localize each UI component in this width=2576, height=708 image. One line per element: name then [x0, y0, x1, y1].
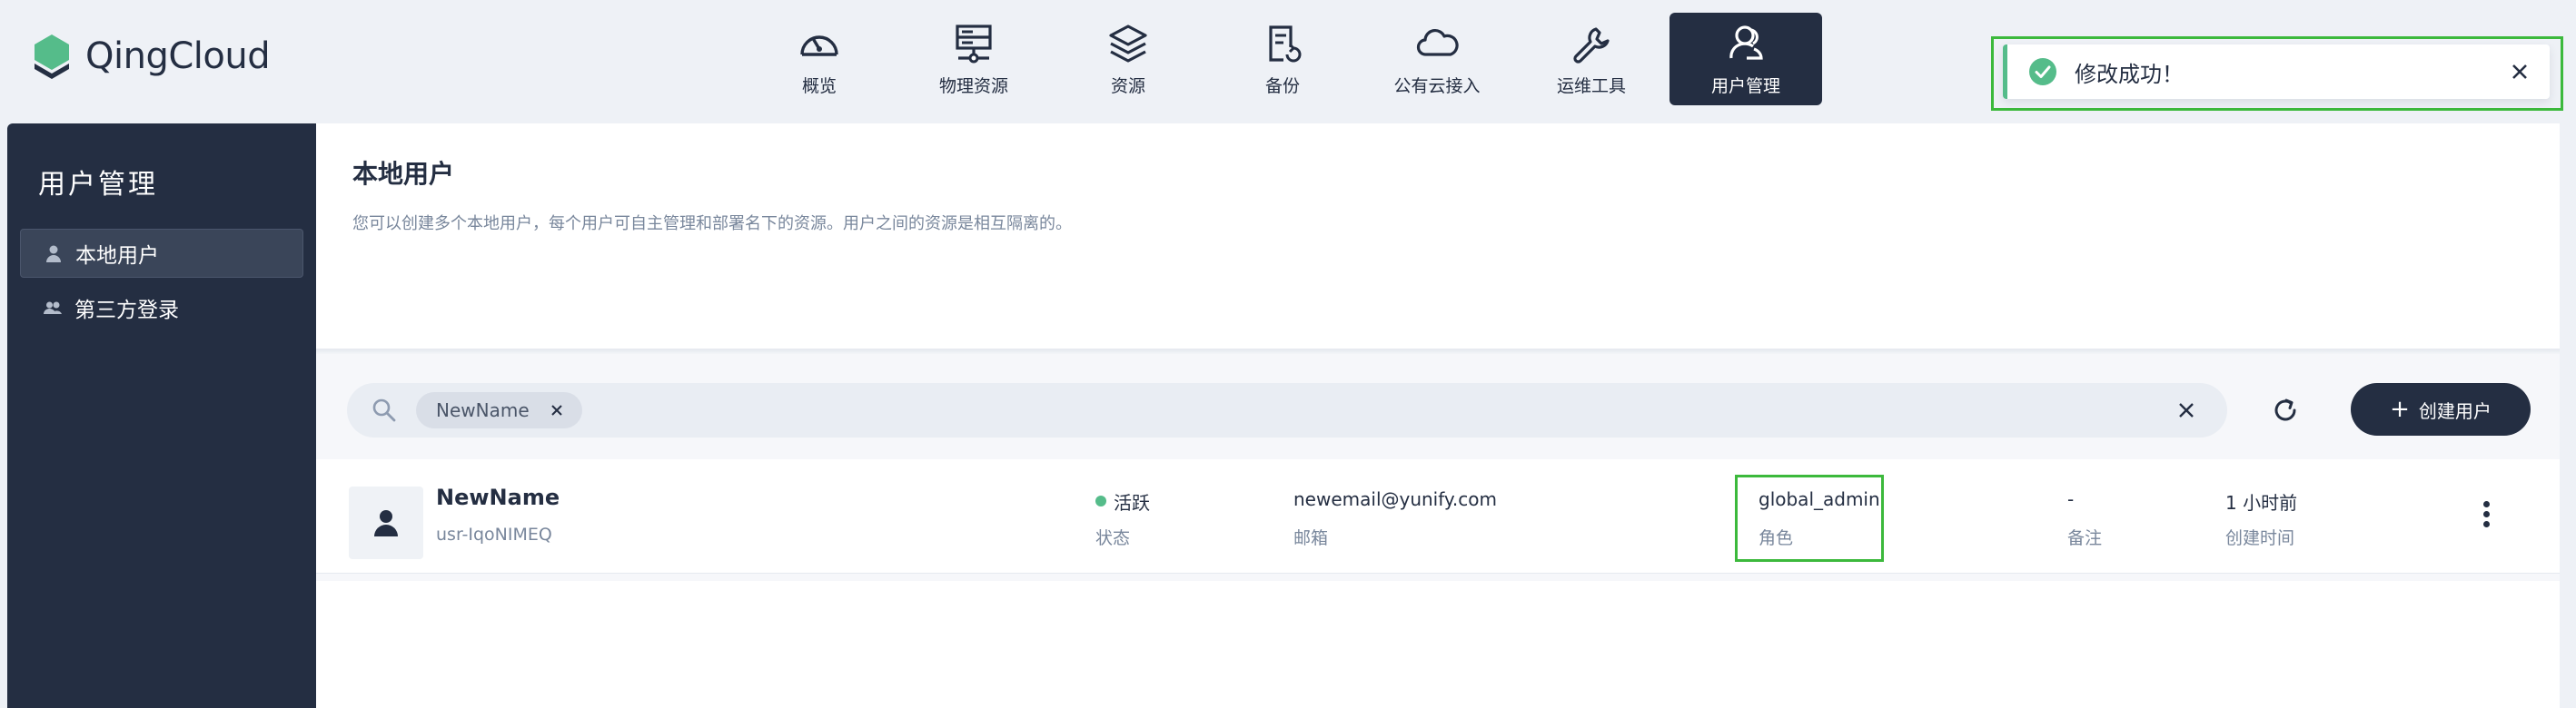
- create-user-label: 创建用户: [2418, 399, 2492, 422]
- nav-item-public-cloud[interactable]: 公有云接入: [1361, 13, 1513, 105]
- filter-chip-label: NewName: [436, 399, 530, 421]
- sidebar-item-label: 第三方登录: [74, 299, 179, 322]
- cloud-icon: [1416, 28, 1459, 56]
- nav-item-ops-tools[interactable]: 运维工具: [1515, 13, 1668, 105]
- created-label: 创建时间: [2225, 528, 2295, 548]
- dashboard-gauge-icon: [800, 35, 838, 56]
- refresh-icon[interactable]: [2269, 394, 2302, 427]
- users-icon: [44, 301, 62, 314]
- toast-highlight-frame: 修改成功！: [1991, 36, 2563, 111]
- table-row[interactable]: NewName usr-IqoNIMEQ 活跃 状态 newemail@yuni…: [316, 459, 2560, 574]
- sidebar-item-label: 本地用户: [75, 244, 159, 268]
- sidebar-item-local-users[interactable]: 本地用户: [20, 229, 303, 278]
- avatar: [349, 487, 423, 559]
- check-circle-icon: [2029, 58, 2056, 85]
- status-value: 活跃: [1114, 492, 1150, 514]
- brand-name: QingCloud: [85, 35, 271, 77]
- nav-label: 用户管理: [1710, 76, 1780, 96]
- create-user-button[interactable]: + 创建用户: [2351, 383, 2531, 436]
- nav-label: 公有云接入: [1393, 76, 1481, 96]
- nav-label: 概览: [801, 76, 837, 96]
- search-input[interactable]: NewName: [347, 383, 2227, 438]
- close-icon[interactable]: [2510, 62, 2530, 82]
- nav-item-overview[interactable]: 概览: [743, 13, 896, 105]
- nav-label: 资源: [1110, 76, 1145, 96]
- user-name[interactable]: NewName: [436, 485, 560, 510]
- nav-item-user-management[interactable]: 用户管理: [1669, 13, 1822, 105]
- email-label: 邮箱: [1293, 528, 1329, 548]
- toast-message: 修改成功！: [2075, 61, 2184, 87]
- email-value: newemail@yunify.com: [1293, 488, 1497, 510]
- more-actions-icon[interactable]: [2483, 501, 2491, 528]
- nav-label: 运维工具: [1556, 76, 1626, 96]
- nav-item-backup[interactable]: 备份: [1206, 13, 1359, 105]
- page-title: 本地用户: [352, 159, 455, 189]
- remark-value: -: [2067, 488, 2075, 510]
- nav-label: 物理资源: [938, 76, 1008, 96]
- server-icon: [956, 25, 992, 64]
- remark-label: 备注: [2067, 528, 2103, 548]
- created-value: 1 小时前: [2225, 492, 2298, 514]
- sidebar-item-third-party-login[interactable]: 第三方登录: [20, 283, 303, 332]
- page-description: 您可以创建多个本地用户，每个用户可自主管理和部署名下的资源。用户之间的资源是相互…: [352, 214, 1072, 233]
- status-label: 状态: [1095, 528, 1131, 548]
- success-toast: 修改成功！: [2003, 44, 2550, 99]
- logo[interactable]: QingCloud: [31, 33, 271, 80]
- user-id: usr-IqoNIMEQ: [436, 525, 552, 545]
- clear-search-icon[interactable]: [2176, 400, 2196, 420]
- main-content: 本地用户 您可以创建多个本地用户，每个用户可自主管理和部署名下的资源。用户之间的…: [316, 123, 2560, 708]
- backup-icon: [1269, 25, 1302, 63]
- qingcloud-logo-icon: [35, 34, 69, 79]
- users-icon: [1729, 25, 1763, 60]
- nav-label: 备份: [1264, 76, 1300, 96]
- plus-icon: +: [2390, 396, 2410, 423]
- layers-icon: [1109, 25, 1147, 63]
- search-icon: [372, 398, 396, 422]
- status-dot-icon: [1095, 496, 1106, 506]
- page-header: 本地用户 您可以创建多个本地用户，每个用户可自主管理和部署名下的资源。用户之间的…: [316, 123, 2560, 350]
- close-icon[interactable]: [550, 403, 564, 418]
- sidebar-title: 用户管理: [38, 169, 158, 201]
- filter-chip[interactable]: NewName: [416, 392, 582, 428]
- wrench-icon: [1573, 27, 1610, 64]
- role-label: 角色: [1759, 528, 1794, 548]
- nav-item-physical-resources[interactable]: 物理资源: [897, 13, 1050, 105]
- sidebar: 用户管理 本地用户 第三方登录: [7, 123, 316, 708]
- role-value: global_admin: [1759, 488, 1880, 510]
- nav-item-resources[interactable]: 资源: [1052, 13, 1204, 105]
- user-icon: [374, 510, 398, 536]
- user-icon: [46, 245, 61, 262]
